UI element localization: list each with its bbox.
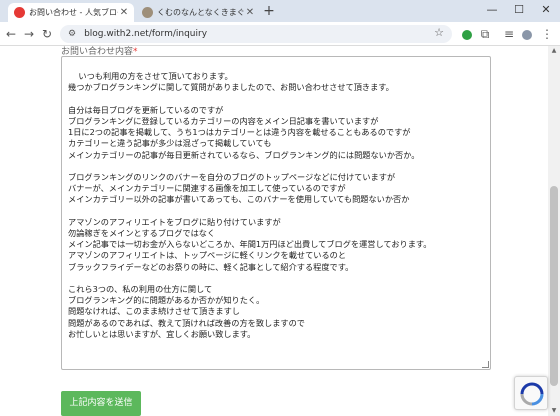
tab-title: お問い合わせ - 人気ブログランキング [29,8,118,17]
page-scrollbar[interactable]: ▲ ▼ [548,46,560,416]
page-content: お問い合わせ内容* いつも利用の方をさせて頂いております。 幾つかブログランキン… [0,46,548,416]
tab-inquiry[interactable]: お問い合わせ - 人気ブログランキング ✕ [8,3,134,22]
scroll-down-icon[interactable]: ▼ [548,406,560,416]
recaptcha-icon [520,382,544,406]
tab-blog[interactable]: くむのなんとなくきまぐれに。- 自由 ✕ [136,3,260,22]
media-icon[interactable]: ≡ [500,25,518,43]
blog-favicon-icon [142,7,153,18]
extension-icon[interactable] [458,25,476,43]
back-icon[interactable]: ← [2,25,20,43]
submit-button[interactable]: 上記内容を送信 [61,391,141,416]
scrollbar-thumb[interactable] [550,186,558,386]
close-tab-icon[interactable]: ✕ [118,7,130,18]
site-info-icon[interactable]: ⚙ [68,29,76,39]
close-window-button[interactable]: ✕ [532,0,560,22]
message-textarea[interactable]: いつも利用の方をさせて頂いております。 幾つかブログランキングに関して質問があり… [61,56,491,370]
recaptcha-badge[interactable] [514,376,548,410]
maximize-button[interactable]: ☐ [505,0,533,22]
reload-icon[interactable]: ↻ [38,25,56,43]
forward-icon[interactable]: → [20,25,38,43]
menu-icon[interactable]: ⋮ [538,25,556,43]
tab-strip: お問い合わせ - 人気ブログランキング ✕ くむのなんとなくきまぐれに。- 自由… [0,0,560,22]
new-tab-button[interactable]: + [261,3,277,19]
puzzle-icon[interactable]: ⧉ [476,25,494,43]
close-tab-icon[interactable]: ✕ [244,7,256,18]
tab-title: くむのなんとなくきまぐれに。- 自由 [157,8,244,17]
address-bar[interactable]: ⚙ blog.with2.net/form/inquiry ☆ [60,25,452,43]
url-text: blog.with2.net/form/inquiry [84,29,208,39]
bookmark-star-icon[interactable]: ☆ [434,26,444,39]
browser-toolbar: ← → ↻ ⚙ blog.with2.net/form/inquiry ☆ ⧉ … [0,22,560,46]
scroll-up-icon[interactable]: ▲ [548,46,560,56]
blog-favicon-icon [14,7,25,18]
minimize-button[interactable]: — [478,0,506,22]
profile-icon[interactable] [518,25,536,43]
message-text: いつも利用の方をさせて頂いております。 幾つかブログランキングに関して質問があり… [68,71,432,339]
resize-handle[interactable] [482,361,489,368]
